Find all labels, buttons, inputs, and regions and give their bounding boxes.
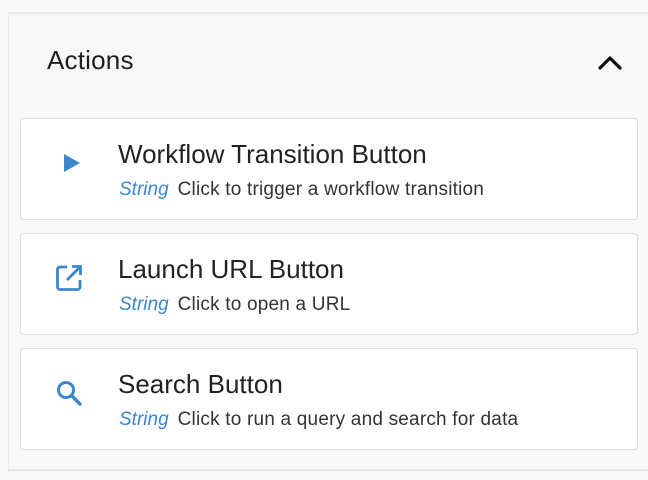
action-subtitle: String Click to run a query and search fo… [119, 409, 518, 431]
play-icon [53, 147, 85, 179]
collapse-button[interactable] [595, 48, 625, 76]
action-subtitle: String Click to open a URL [119, 294, 350, 316]
action-description: Click to open a URL [177, 294, 351, 315]
action-title: Launch URL Button [118, 254, 344, 284]
action-card-workflow-transition[interactable]: Workflow Transition Button String Click t… [20, 118, 638, 220]
action-card-search[interactable]: Search Button String Click to run a query… [20, 348, 638, 450]
action-description: Click to run a query and search for data [177, 409, 519, 430]
action-title: Search Button [118, 369, 283, 399]
action-title: Workflow Transition Button [118, 139, 427, 169]
action-description: Click to trigger a workflow transition [177, 179, 485, 200]
panel-divider [8, 469, 648, 471]
action-type: String [119, 179, 169, 200]
action-type: String [119, 294, 169, 315]
actions-header[interactable]: Actions [9, 14, 648, 108]
action-subtitle: String Click to trigger a workflow transi… [119, 179, 484, 201]
action-card-launch-url[interactable]: Launch URL Button String Click to open a … [20, 233, 638, 335]
section-title: Actions [47, 45, 134, 75]
search-icon [53, 377, 85, 409]
chevron-up-icon [598, 56, 622, 70]
action-type: String [119, 409, 169, 430]
open-in-new-icon [53, 262, 85, 294]
